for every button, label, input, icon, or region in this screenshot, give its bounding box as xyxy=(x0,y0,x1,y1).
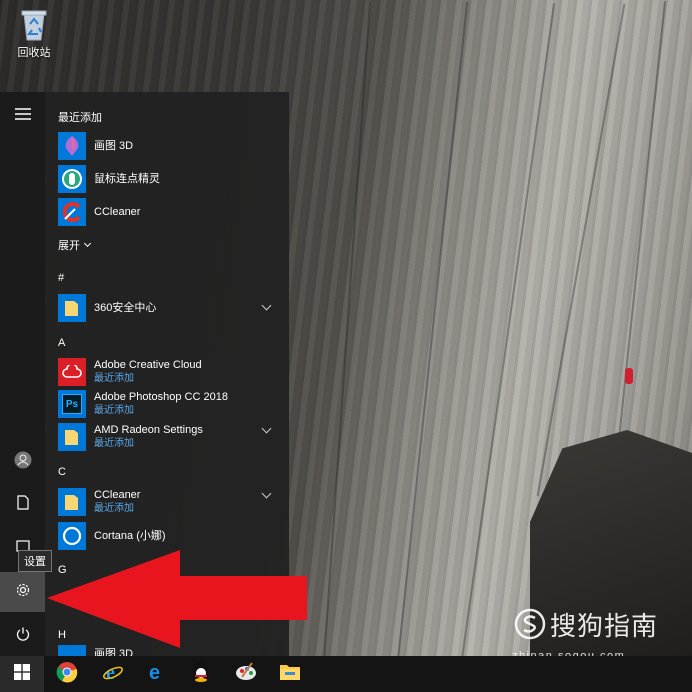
app-name: CCleaner xyxy=(94,206,141,218)
qq-icon xyxy=(191,661,211,688)
taskbar-qq[interactable] xyxy=(179,656,223,692)
app-name: Adobe Creative Cloud xyxy=(94,359,202,371)
photoshop-icon: Ps xyxy=(58,390,86,418)
recycle-bin-label: 回收站 xyxy=(17,47,51,59)
section-letter[interactable]: C xyxy=(58,466,66,478)
folder-icon xyxy=(58,488,86,516)
expand-label: 展开 xyxy=(58,240,80,252)
paint3d-icon xyxy=(58,132,86,160)
chevron-down-icon[interactable] xyxy=(261,488,272,499)
chevron-down-icon[interactable] xyxy=(261,423,272,434)
document-icon xyxy=(16,495,29,515)
red-annotation-arrow xyxy=(47,550,307,648)
taskbar: e e xyxy=(0,656,692,692)
mouse-clicker-icon xyxy=(58,165,86,193)
app-name: 鼠标连点精灵 xyxy=(94,173,160,185)
settings-button[interactable] xyxy=(0,572,45,612)
app-name: Cortana (小娜) xyxy=(94,530,166,542)
recent-app-ccleaner[interactable]: CCleaner xyxy=(58,196,284,228)
taskbar-chrome[interactable] xyxy=(45,656,89,692)
expand-link[interactable]: 展开 xyxy=(58,237,92,253)
start-button[interactable] xyxy=(0,656,44,692)
app-name: CCleaner xyxy=(94,489,141,501)
app-name: Adobe Photoshop CC 2018 xyxy=(94,391,228,403)
chevron-down-icon[interactable] xyxy=(261,300,272,311)
section-letter[interactable]: # xyxy=(58,272,64,284)
documents-button[interactable] xyxy=(0,485,45,525)
folder-icon xyxy=(58,294,86,322)
sogou-logo-icon xyxy=(514,608,546,640)
settings-icon xyxy=(15,582,31,603)
ie-icon: e xyxy=(102,661,124,688)
paint-icon xyxy=(234,661,258,688)
power-button[interactable] xyxy=(0,616,45,656)
chrome-icon xyxy=(56,661,78,688)
hamburger-icon xyxy=(14,107,31,125)
taskbar-file-explorer[interactable] xyxy=(268,656,312,692)
climber-figure xyxy=(625,368,633,384)
recently-added-tag: 最近添加 xyxy=(94,438,134,449)
recent-app-paint3d[interactable]: 画图 3D xyxy=(58,130,284,162)
ccleaner-icon xyxy=(58,198,86,226)
recently-added-tag: 最近添加 xyxy=(94,503,134,514)
folder-icon xyxy=(58,423,86,451)
recycle-bin-icon xyxy=(19,6,49,42)
recycle-bin-desktop-icon[interactable]: 回收站 xyxy=(10,6,58,60)
svg-text:e: e xyxy=(149,662,160,683)
power-icon xyxy=(16,627,30,646)
recent-header: 最近添加 xyxy=(58,112,102,124)
app-ccleaner-folder[interactable]: CCleaner 最近添加 xyxy=(58,486,284,518)
recently-added-tag: 最近添加 xyxy=(94,373,134,384)
watermark-brand: 搜狗指南 xyxy=(550,612,659,642)
user-account-button[interactable] xyxy=(0,442,45,482)
app-name: AMD Radeon Settings xyxy=(94,424,203,436)
taskbar-edge[interactable]: e xyxy=(135,656,179,692)
app-adobe-photoshop[interactable]: Ps Adobe Photoshop CC 2018 最近添加 xyxy=(58,388,284,420)
edge-icon: e xyxy=(146,661,168,688)
user-icon xyxy=(14,451,32,474)
hamburger-button[interactable] xyxy=(0,96,45,136)
app-amd-radeon-settings[interactable]: AMD Radeon Settings 最近添加 xyxy=(58,421,284,453)
app-name: 画图 3D xyxy=(94,140,134,152)
cortana-icon xyxy=(58,522,86,550)
recent-app-mouse-clicker[interactable]: 鼠标连点精灵 xyxy=(58,163,284,195)
creative-cloud-icon xyxy=(58,358,86,386)
taskbar-paint[interactable] xyxy=(224,656,268,692)
recently-added-tag: 最近添加 xyxy=(94,405,134,416)
section-letter[interactable]: A xyxy=(58,337,65,349)
taskbar-internet-explorer[interactable]: e xyxy=(91,656,135,692)
windows-start-icon xyxy=(14,663,30,685)
chevron-down-icon xyxy=(83,239,92,248)
app-name: 360安全中心 xyxy=(94,302,157,314)
app-360-security[interactable]: 360安全中心 xyxy=(58,292,284,324)
file-explorer-icon xyxy=(279,663,301,686)
app-adobe-creative-cloud[interactable]: Adobe Creative Cloud 最近添加 xyxy=(58,356,284,388)
